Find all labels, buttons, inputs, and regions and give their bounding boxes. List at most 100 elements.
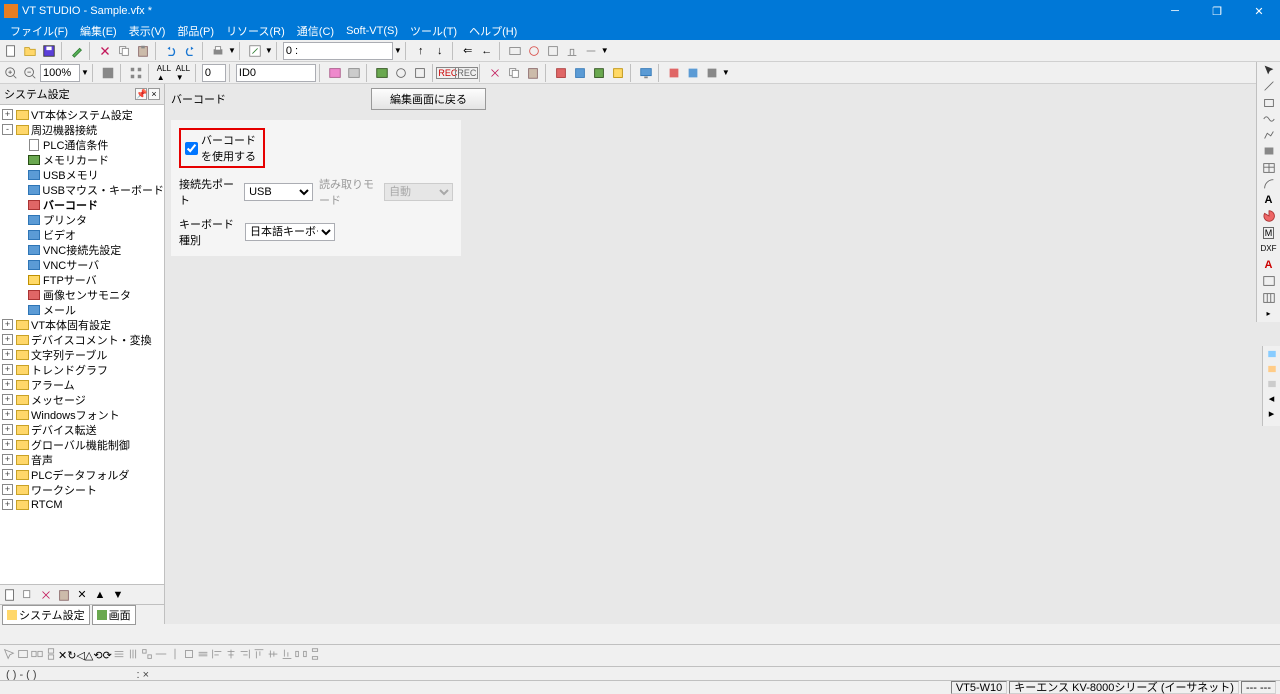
t2-q[interactable]: [703, 64, 721, 82]
monitor-icon[interactable]: [637, 64, 655, 82]
rp-m-icon[interactable]: M: [1258, 226, 1280, 240]
item-combo[interactable]: 0 :: [283, 42, 393, 60]
b-c[interactable]: [30, 647, 44, 664]
side-up-icon[interactable]: ▲: [92, 587, 108, 603]
tree-item-Windowsフォント[interactable]: +Windowsフォント: [0, 407, 164, 422]
t2-l[interactable]: [571, 64, 589, 82]
tree-item-プリンタ[interactable]: プリンタ: [0, 212, 164, 227]
tree-item-VNCサーバ[interactable]: VNCサーバ: [0, 257, 164, 272]
b-n[interactable]: [154, 647, 168, 664]
rp-fill-icon[interactable]: [1258, 144, 1280, 158]
tree-item-文字列テーブル[interactable]: +文字列テーブル: [0, 347, 164, 362]
side-down-icon[interactable]: ▼: [110, 587, 126, 603]
side-copy-icon[interactable]: [20, 587, 36, 603]
snap-button[interactable]: [127, 64, 145, 82]
all-on-button[interactable]: ALL▲: [155, 64, 173, 82]
b-g[interactable]: ◁: [76, 649, 84, 662]
run-button[interactable]: [246, 42, 264, 60]
b-e[interactable]: ✕: [58, 649, 67, 662]
b-o[interactable]: [168, 647, 182, 664]
tree-item-デバイス転送[interactable]: +デバイス転送: [0, 422, 164, 437]
back-to-editor-button[interactable]: 編集画面に戻る: [371, 88, 486, 110]
b-f[interactable]: ↻: [67, 649, 76, 662]
copy-button[interactable]: [115, 42, 133, 60]
b-align-b[interactable]: [280, 647, 294, 664]
nav-first-button[interactable]: ⇐: [459, 42, 477, 60]
t2-i[interactable]: [505, 64, 523, 82]
side-new-icon[interactable]: [2, 587, 18, 603]
zoom-in-button[interactable]: [2, 64, 20, 82]
keyboard-select[interactable]: 日本語キーボード: [245, 223, 335, 241]
rp-grid1-icon[interactable]: [1258, 274, 1280, 288]
b-align-c[interactable]: [224, 647, 238, 664]
rp-arc-icon[interactable]: [1258, 177, 1280, 191]
b-m[interactable]: [140, 647, 154, 664]
b-d[interactable]: [44, 647, 58, 664]
rp2-b-icon[interactable]: [1263, 361, 1280, 376]
menu-通信(C)[interactable]: 通信(C): [291, 21, 340, 41]
menu-ヘルプ(H)[interactable]: ヘルプ(H): [463, 21, 523, 41]
tree-item-メッセージ[interactable]: +メッセージ: [0, 392, 164, 407]
rp-text-icon[interactable]: A: [1258, 258, 1280, 272]
b-i[interactable]: ⟲: [93, 649, 102, 662]
tree-item-VT本体固有設定[interactable]: +VT本体固有設定: [0, 317, 164, 332]
tree-item-VT本体システム設定[interactable]: +VT本体システム設定: [0, 107, 164, 122]
zoom-out-button[interactable]: [21, 64, 39, 82]
paste-button[interactable]: [134, 42, 152, 60]
new-button[interactable]: [2, 42, 20, 60]
t2-j[interactable]: [524, 64, 542, 82]
t2-b[interactable]: [345, 64, 363, 82]
menu-表示(V)[interactable]: 表示(V): [123, 21, 172, 41]
rp-dxf-icon[interactable]: DXF: [1258, 242, 1280, 256]
minimize-button[interactable]: ─: [1154, 0, 1196, 22]
t2-e[interactable]: [411, 64, 429, 82]
b-k[interactable]: [112, 647, 126, 664]
tree-item-周辺機器接続[interactable]: -周辺機器接続: [0, 122, 164, 137]
rp2-d-icon[interactable]: ◂: [1263, 391, 1280, 406]
b-h[interactable]: △: [85, 649, 93, 662]
tree-item-メモリカード[interactable]: メモリカード: [0, 152, 164, 167]
tab-screen[interactable]: 画面: [92, 605, 136, 625]
tree-item-USBマウス・キーボード[interactable]: USBマウス・キーボード: [0, 182, 164, 197]
tree-item-ビデオ[interactable]: ビデオ: [0, 227, 164, 242]
menu-編集(E)[interactable]: 編集(E): [74, 21, 123, 41]
tree-item-PLCデータフォルダ[interactable]: +PLCデータフォルダ: [0, 467, 164, 482]
nav-down-button[interactable]: ↓: [431, 42, 449, 60]
side-cut-icon[interactable]: [38, 587, 54, 603]
b-a[interactable]: [2, 647, 16, 664]
use-barcode-checkbox[interactable]: [185, 142, 198, 155]
b-p[interactable]: [182, 647, 196, 664]
rp-rect-icon[interactable]: [1258, 96, 1280, 110]
rp-a-icon[interactable]: A: [1258, 193, 1280, 207]
edit-button[interactable]: [68, 42, 86, 60]
t2-o[interactable]: [665, 64, 683, 82]
tree-item-RTCM[interactable]: +RTCM: [0, 497, 164, 512]
t2-p[interactable]: [684, 64, 702, 82]
side-del-icon[interactable]: ✕: [74, 587, 90, 603]
b-align-l[interactable]: [210, 647, 224, 664]
t2-d[interactable]: [392, 64, 410, 82]
tree-item-画像センサモニタ[interactable]: 画像センサモニタ: [0, 287, 164, 302]
print-button[interactable]: [209, 42, 227, 60]
menu-部品(P)[interactable]: 部品(P): [171, 21, 220, 41]
zoom-combo[interactable]: 100%: [40, 64, 80, 82]
redo-button[interactable]: [181, 42, 199, 60]
tree-item-デバイスコメント・変換[interactable]: +デバイスコメント・変換: [0, 332, 164, 347]
tree-item-トレンドグラフ[interactable]: +トレンドグラフ: [0, 362, 164, 377]
t2-g[interactable]: REC: [458, 64, 476, 82]
close-button[interactable]: ✕: [1238, 0, 1280, 22]
rp-table-icon[interactable]: [1258, 161, 1280, 175]
b-l[interactable]: [126, 647, 140, 664]
nav-back-button[interactable]: ←: [478, 42, 496, 60]
b-align-r[interactable]: [238, 647, 252, 664]
all-off-button[interactable]: ALL▼: [174, 64, 192, 82]
t2-k[interactable]: [552, 64, 570, 82]
b-j[interactable]: ⟳: [103, 649, 112, 662]
maximize-button[interactable]: ❐: [1196, 0, 1238, 22]
tree-item-バーコード[interactable]: バーコード: [0, 197, 164, 212]
rp2-e-icon[interactable]: ▸: [1263, 406, 1280, 421]
nav-up-button[interactable]: ↑: [412, 42, 430, 60]
tree-item-アラーム[interactable]: +アラーム: [0, 377, 164, 392]
tree-item-VNC接続先設定[interactable]: VNC接続先設定: [0, 242, 164, 257]
rp-line-icon[interactable]: [1258, 79, 1280, 93]
